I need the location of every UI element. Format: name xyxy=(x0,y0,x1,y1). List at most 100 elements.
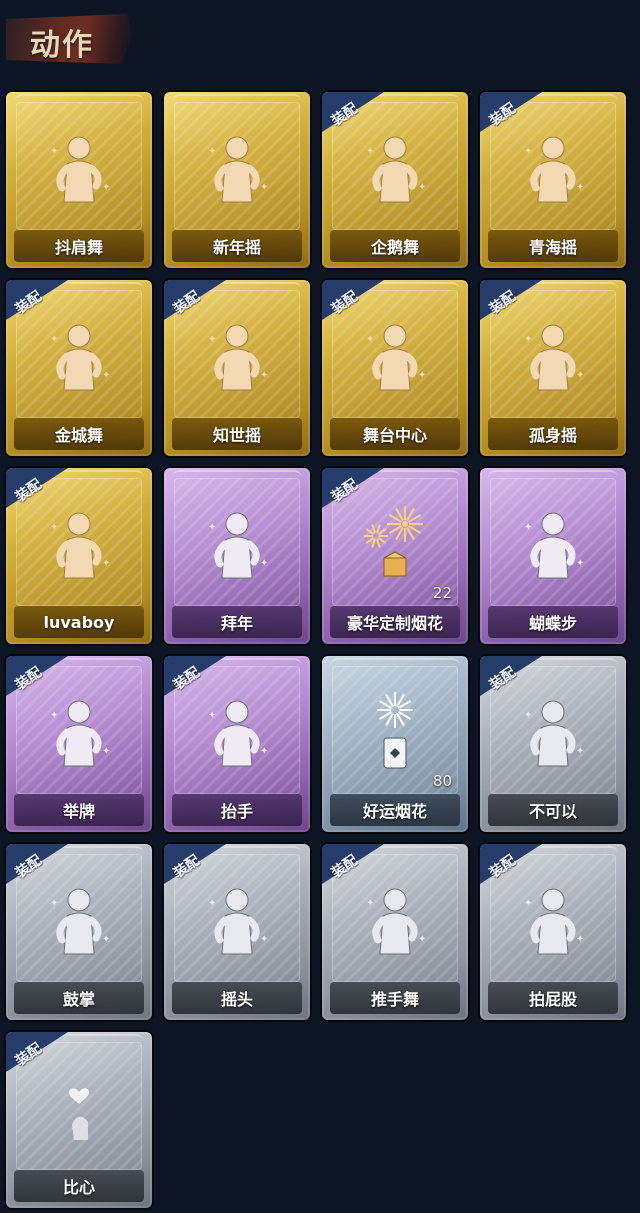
svg-text:✦: ✦ xyxy=(524,334,532,345)
emote-card[interactable]: ✦ ✦ 摇头 装配 xyxy=(164,844,310,1020)
svg-text:✦: ✦ xyxy=(524,898,532,909)
emote-name: 拍屁股 xyxy=(488,982,618,1014)
emote-name: 比心 xyxy=(14,1170,144,1202)
svg-text:✦: ✦ xyxy=(208,898,216,909)
emote-name: 青海摇 xyxy=(488,230,618,262)
emote-name: 拜年 xyxy=(172,606,302,638)
svg-text:✦: ✦ xyxy=(524,522,532,533)
fireworks-box-icon xyxy=(350,500,440,590)
new-year-greeting-icon: ✦ ✦ xyxy=(192,500,282,590)
svg-text:✦: ✦ xyxy=(208,334,216,345)
emote-name: 摇头 xyxy=(172,982,302,1014)
lucky-firework-icon xyxy=(350,688,440,778)
item-count: 22 xyxy=(432,584,452,602)
svg-text:✦: ✦ xyxy=(208,146,216,157)
butterfly-step-icon: ✦ ✦ xyxy=(508,500,598,590)
svg-text:✦: ✦ xyxy=(418,182,426,193)
emote-name: 知世摇 xyxy=(172,418,302,450)
svg-text:✦: ✦ xyxy=(50,898,58,909)
clapping-icon: ✦ ✦ xyxy=(34,876,124,966)
svg-text:✦: ✦ xyxy=(260,370,268,381)
heart-gesture-icon xyxy=(34,1064,124,1154)
svg-text:✦: ✦ xyxy=(260,558,268,569)
emote-card[interactable]: ✦ ✦ 舞台中心 装配 xyxy=(322,280,468,456)
emote-name: 不可以 xyxy=(488,794,618,826)
svg-text:✦: ✦ xyxy=(260,182,268,193)
emote-name: luvaboy xyxy=(14,606,144,638)
emote-card[interactable]: ✦ ✦ 企鹅舞 装配 xyxy=(322,92,468,268)
qinghai-sway-icon: ✦ ✦ xyxy=(508,124,598,214)
svg-text:✦: ✦ xyxy=(50,710,58,721)
svg-text:✦: ✦ xyxy=(366,898,374,909)
emote-name: 豪华定制烟花 xyxy=(330,606,460,638)
svg-text:✦: ✦ xyxy=(576,934,584,945)
zhishi-sway-icon: ✦ ✦ xyxy=(192,312,282,402)
emote-card[interactable]: ✦ ✦ 金城舞 装配 xyxy=(6,280,152,456)
emote-card[interactable]: ✦ ✦ 举牌 装配 xyxy=(6,656,152,832)
emote-card[interactable]: ✦ ✦ 鼓掌 装配 xyxy=(6,844,152,1020)
item-count: 80 xyxy=(432,772,452,790)
emote-grid: ✦ ✦ 抖肩舞 ✦ ✦ 新年摇 ✦ ✦ 企鹅舞 装配 ✦ ✦ 青海摇 装配 ✦ ✦ … xyxy=(6,92,628,1210)
emote-card[interactable]: ✦ ✦ 蝴蝶步 xyxy=(480,468,626,644)
luvaboy-pose-icon: ✦ ✦ xyxy=(34,500,124,590)
emote-name: 好运烟花 xyxy=(330,794,460,826)
shoulder-shake-dance-icon: ✦ ✦ xyxy=(34,124,124,214)
svg-text:✦: ✦ xyxy=(102,558,110,569)
emote-card[interactable]: 22 豪华定制烟花 装配 xyxy=(322,468,468,644)
emote-card[interactable]: ✦ ✦ 拜年 xyxy=(164,468,310,644)
emote-name: 鼓掌 xyxy=(14,982,144,1014)
svg-text:✦: ✦ xyxy=(102,934,110,945)
solo-sway-icon: ✦ ✦ xyxy=(508,312,598,402)
emote-card[interactable]: ✦ ✦ 抖肩舞 xyxy=(6,92,152,268)
emote-card[interactable]: ✦ ✦ 孤身摇 装配 xyxy=(480,280,626,456)
raise-hand-icon: ✦ ✦ xyxy=(192,688,282,778)
emote-card[interactable]: 80 好运烟花 xyxy=(322,656,468,832)
svg-text:✦: ✦ xyxy=(102,182,110,193)
head-shake-icon: ✦ ✦ xyxy=(192,876,282,966)
svg-text:✦: ✦ xyxy=(260,934,268,945)
svg-text:✦: ✦ xyxy=(208,522,216,533)
svg-text:✦: ✦ xyxy=(524,710,532,721)
emote-name: 抬手 xyxy=(172,794,302,826)
svg-text:✦: ✦ xyxy=(366,334,374,345)
emote-card[interactable]: ✦ ✦ 拍屁股 装配 xyxy=(480,844,626,1020)
stage-center-icon: ✦ ✦ xyxy=(350,312,440,402)
svg-text:✦: ✦ xyxy=(366,146,374,157)
svg-text:✦: ✦ xyxy=(418,370,426,381)
svg-text:✦: ✦ xyxy=(576,182,584,193)
svg-text:✦: ✦ xyxy=(576,370,584,381)
penguin-dance-icon: ✦ ✦ xyxy=(350,124,440,214)
finger-wag-icon: ✦ ✦ xyxy=(508,688,598,778)
emote-name: 孤身摇 xyxy=(488,418,618,450)
emote-card[interactable]: ✦ ✦ 青海摇 装配 xyxy=(480,92,626,268)
emote-card[interactable]: ✦ ✦ 知世摇 装配 xyxy=(164,280,310,456)
svg-text:✦: ✦ xyxy=(524,146,532,157)
svg-text:✦: ✦ xyxy=(576,558,584,569)
emote-card[interactable]: ✦ ✦ 推手舞 装配 xyxy=(322,844,468,1020)
svg-text:✦: ✦ xyxy=(50,146,58,157)
push-hand-dance-icon: ✦ ✦ xyxy=(350,876,440,966)
section-title: 动作 xyxy=(30,28,94,63)
emote-name: 企鹅舞 xyxy=(330,230,460,262)
emote-name: 推手舞 xyxy=(330,982,460,1014)
emote-card[interactable]: ✦ ✦ 新年摇 xyxy=(164,92,310,268)
emote-name: 蝴蝶步 xyxy=(488,606,618,638)
hold-sign-icon: ✦ ✦ xyxy=(34,688,124,778)
emote-name: 舞台中心 xyxy=(330,418,460,450)
svg-text:✦: ✦ xyxy=(50,522,58,533)
emote-card[interactable]: ✦ ✦ 不可以 装配 xyxy=(480,656,626,832)
svg-text:✦: ✦ xyxy=(102,746,110,757)
emote-card[interactable]: ✦ ✦ luvaboy 装配 xyxy=(6,468,152,644)
emote-name: 金城舞 xyxy=(14,418,144,450)
butt-slap-icon: ✦ ✦ xyxy=(508,876,598,966)
jincheng-dance-icon: ✦ ✦ xyxy=(34,312,124,402)
svg-text:✦: ✦ xyxy=(208,710,216,721)
svg-text:✦: ✦ xyxy=(260,746,268,757)
emote-card[interactable]: ✦ ✦ 抬手 装配 xyxy=(164,656,310,832)
section-header: 动作 xyxy=(6,8,136,70)
new-year-sway-icon: ✦ ✦ xyxy=(192,124,282,214)
emote-name: 举牌 xyxy=(14,794,144,826)
emote-name: 新年摇 xyxy=(172,230,302,262)
emote-card[interactable]: 比心 装配 xyxy=(6,1032,152,1208)
svg-text:✦: ✦ xyxy=(50,334,58,345)
